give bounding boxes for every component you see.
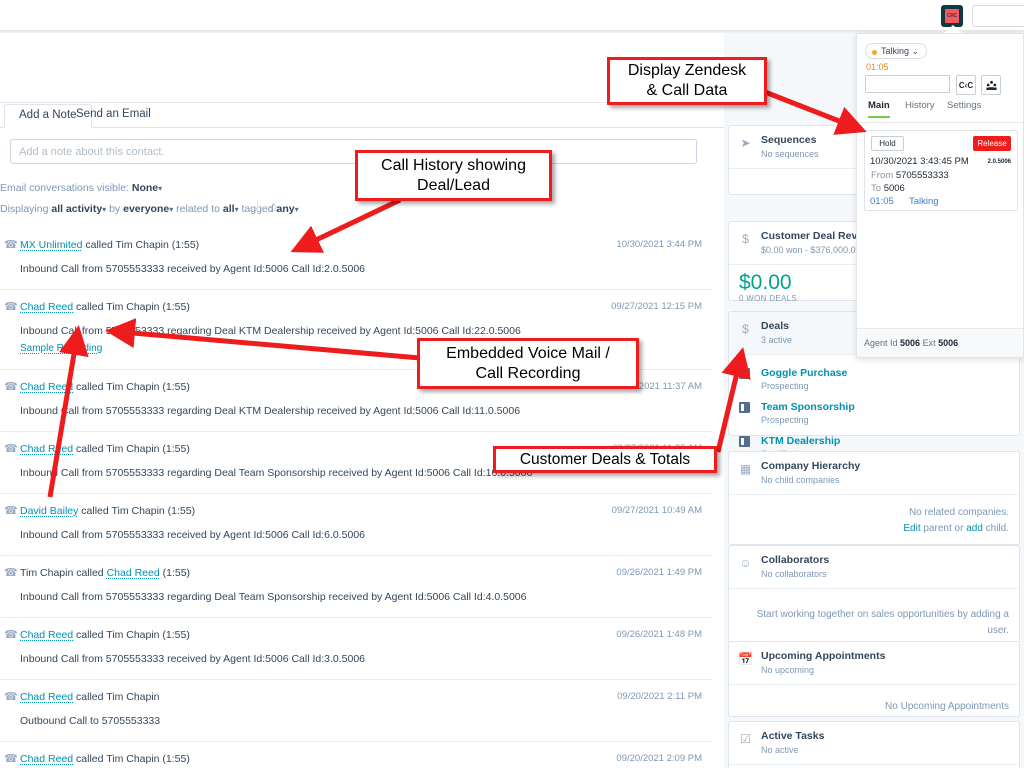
- annotation-call-history: Call History showingDeal/Lead: [355, 150, 552, 201]
- arrow-to-softphone: [765, 92, 862, 130]
- annotation-customer-deals: Customer Deals & Totals: [493, 446, 717, 473]
- arrow-to-call-history: [295, 200, 400, 250]
- annotation-customer-deals-text: Customer Deals & Totals: [520, 450, 690, 470]
- screenshot-root: CRC Add a Note Send an Email Add a note …: [0, 0, 1024, 768]
- arrow-to-deals: [718, 352, 742, 452]
- annotation-call-history-text: Call History showingDeal/Lead: [381, 156, 526, 196]
- arrow-to-recording: [110, 331, 420, 358]
- arrow-to-deals-card: [50, 330, 78, 497]
- annotation-display-zendesk-text: Display Zendesk& Call Data: [628, 61, 746, 101]
- annotation-voicemail-recording: Embedded Voice Mail /Call Recording: [417, 338, 639, 389]
- annotation-display-zendesk: Display Zendesk& Call Data: [607, 57, 767, 105]
- annotation-voicemail-recording-text: Embedded Voice Mail /Call Recording: [446, 344, 610, 384]
